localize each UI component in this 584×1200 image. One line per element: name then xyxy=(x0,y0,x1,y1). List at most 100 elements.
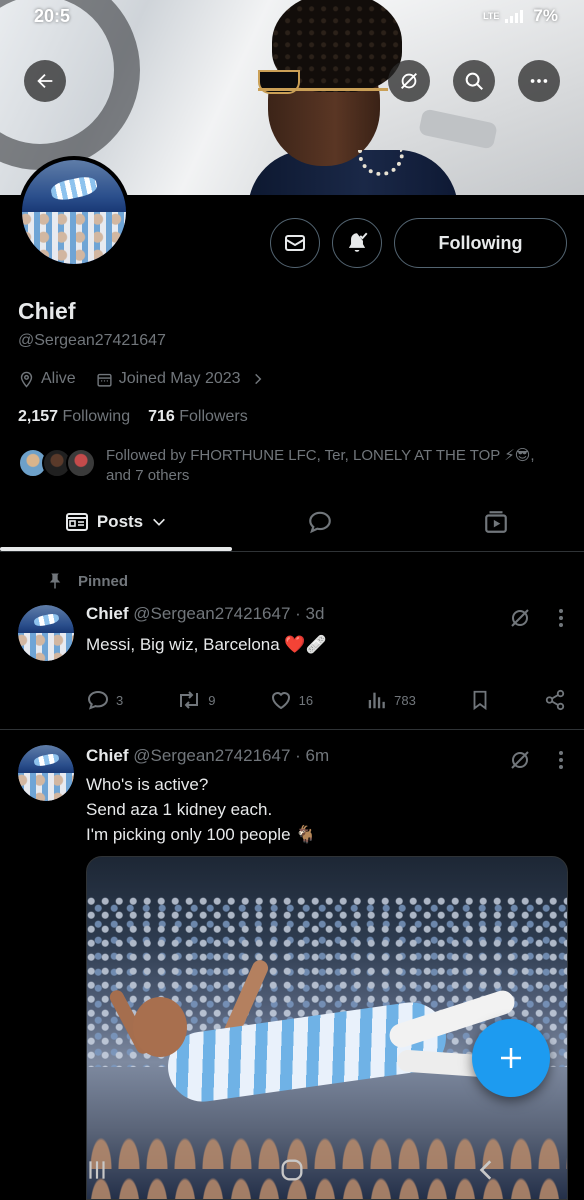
post-text-line: I'm picking only 100 people 🐐 xyxy=(86,825,317,844)
banner-person-glasses-frame xyxy=(258,88,388,98)
more-vertical-icon[interactable] xyxy=(558,608,564,628)
post-author-name[interactable]: Chief xyxy=(86,746,129,765)
post-text-line: Send aza 1 kidney each. xyxy=(86,800,273,819)
chevron-down-icon xyxy=(153,518,166,526)
heart-icon xyxy=(271,692,290,710)
arrow-left-icon xyxy=(37,73,53,89)
bookmark-button[interactable] xyxy=(469,689,491,711)
post-text: Messi, Big wiz, Barcelona ❤️🩹 xyxy=(86,632,327,657)
followers-you-know[interactable]: Followed by FHORTHUNE LFC, Ter, LONELY A… xyxy=(18,446,546,486)
post-author-name[interactable]: Chief xyxy=(86,604,129,623)
post-avatar-player xyxy=(32,752,60,768)
post-tools xyxy=(508,606,564,630)
repost-button[interactable]: 9 xyxy=(176,688,216,712)
tab-replies[interactable] xyxy=(232,494,408,550)
back-nav-button[interactable] xyxy=(467,1150,507,1190)
joined-date[interactable]: Joined May 2023 xyxy=(96,370,265,388)
views-count: 783 xyxy=(394,692,416,708)
reply-icon xyxy=(87,690,109,710)
battery-text: 7% xyxy=(533,6,558,25)
repost-icon xyxy=(180,691,199,709)
pinned-label: Pinned xyxy=(78,572,129,590)
recents-icon xyxy=(89,1161,105,1179)
grok-button[interactable] xyxy=(388,60,430,102)
pinned-indicator: Pinned xyxy=(46,572,128,590)
location: Alive xyxy=(18,370,76,388)
post-text-line: Who's is active? xyxy=(86,775,209,794)
tab-posts-label: Posts xyxy=(96,512,144,531)
profile-handle: @Sergean27421647 xyxy=(18,332,166,349)
more-horizontal-icon xyxy=(530,79,548,83)
message-button[interactable] xyxy=(270,218,320,268)
like-count: 16 xyxy=(298,692,314,708)
post-tools xyxy=(508,748,564,772)
analytics-icon xyxy=(368,692,385,709)
reply-bubble-icon xyxy=(309,511,331,534)
location-pin-icon xyxy=(20,371,33,388)
tab-media[interactable] xyxy=(408,494,584,550)
post-author-handle[interactable]: @Sergean27421647 xyxy=(133,746,290,765)
following-label: Following xyxy=(62,408,131,425)
location-text: Alive xyxy=(41,370,76,387)
post-avatar-crowd xyxy=(18,633,74,661)
reply-button[interactable]: 3 xyxy=(86,688,123,712)
post-avatar-player xyxy=(32,612,60,628)
recent-apps-button[interactable] xyxy=(77,1150,117,1190)
back-chevron-icon xyxy=(479,1160,491,1180)
bookmark-icon xyxy=(473,690,487,711)
back-button[interactable] xyxy=(24,60,66,102)
reply-count: 3 xyxy=(116,692,124,708)
calendar-icon xyxy=(97,373,112,387)
network-type: LTE xyxy=(483,10,500,21)
bell-check-icon xyxy=(348,232,368,252)
status-icons: LTE 7% xyxy=(483,6,558,26)
post-avatar[interactable] xyxy=(18,605,74,661)
mutual-avatar xyxy=(66,448,96,478)
compose-post-button[interactable] xyxy=(472,1019,550,1097)
followers-count-link[interactable]: 716 Followers xyxy=(148,408,248,426)
followers-count: 716 xyxy=(148,408,175,425)
posts-icon xyxy=(65,513,88,531)
profile-meta: Alive Joined May 2023 xyxy=(18,370,279,388)
more-vertical-icon[interactable] xyxy=(558,750,564,770)
plus-icon xyxy=(501,1048,521,1068)
like-button[interactable]: 16 xyxy=(269,688,313,712)
followers-label: Followers xyxy=(179,408,248,425)
post-avatar[interactable] xyxy=(18,745,74,801)
mutual-avatars xyxy=(18,446,100,480)
post-author-handle[interactable]: @Sergean27421647 xyxy=(133,604,290,623)
profile-tabs: Posts xyxy=(0,494,584,552)
following-button[interactable]: Following xyxy=(394,218,567,268)
post-header: Chief @Sergean27421647 · 3d xyxy=(86,604,324,624)
post-avatar-image xyxy=(18,745,74,801)
tab-posts[interactable]: Posts xyxy=(0,494,232,551)
views-button[interactable]: 783 xyxy=(366,689,416,711)
post-time: · 6m xyxy=(295,746,330,765)
post-time: · 3d xyxy=(295,604,325,623)
grok-icon[interactable] xyxy=(508,606,532,630)
share-button[interactable] xyxy=(544,689,566,711)
home-button[interactable] xyxy=(272,1150,312,1190)
notifications-button[interactable] xyxy=(332,218,382,268)
chevron-right-icon xyxy=(254,373,261,385)
followed-by-text: Followed by FHORTHUNE LFC, Ter, LONELY A… xyxy=(106,447,535,484)
following-count-link[interactable]: 2,157 Following xyxy=(18,408,130,426)
active-tab-indicator xyxy=(0,547,232,551)
post-divider xyxy=(0,729,584,730)
avatar-image xyxy=(22,160,126,264)
post-avatar-image xyxy=(18,605,74,661)
search-icon xyxy=(465,72,483,90)
status-time: 20:5 xyxy=(34,6,71,26)
post-actions: 3 9 16 783 xyxy=(86,688,566,712)
grok-icon[interactable] xyxy=(508,748,532,772)
post-text-line: Messi, Big wiz, Barcelona ❤️🩹 xyxy=(86,635,327,654)
profile-avatar[interactable] xyxy=(18,156,130,268)
avatar-crowd xyxy=(22,212,126,264)
search-button[interactable] xyxy=(453,60,495,102)
home-icon xyxy=(281,1159,303,1181)
follow-counts: 2,157 Following 716 Followers xyxy=(18,408,248,426)
envelope-icon xyxy=(285,235,305,251)
joined-text: Joined May 2023 xyxy=(118,370,241,387)
more-options-button[interactable] xyxy=(518,60,560,102)
post-avatar-crowd xyxy=(18,773,74,801)
